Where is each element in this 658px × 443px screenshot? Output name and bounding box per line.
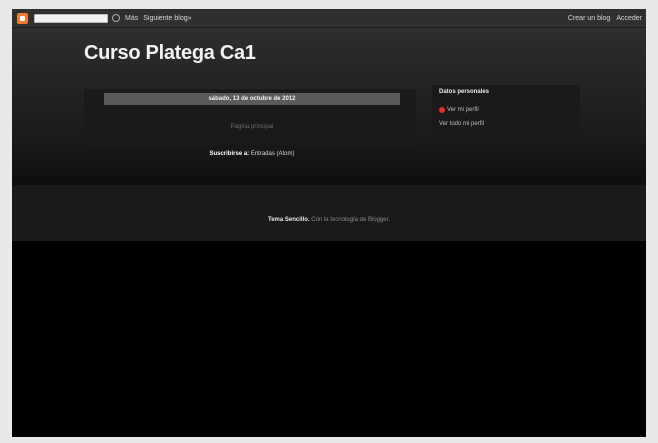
browser-frame: Más Siguiente blog» Crear un blog Accede… bbox=[12, 9, 646, 437]
navbar-link-next-blog[interactable]: Siguiente blog» bbox=[143, 15, 191, 22]
home-page-link[interactable]: Página principal bbox=[104, 124, 400, 130]
subscribe-line: Suscribirse a: Entradas (Atom) bbox=[104, 151, 400, 157]
profile-icon bbox=[439, 107, 445, 113]
profile-link[interactable]: Ver todo mi perfil bbox=[439, 121, 484, 127]
subscribe-feed-link[interactable]: Entradas (Atom) bbox=[251, 151, 295, 157]
blog-title[interactable]: Curso Platega Ca1 bbox=[84, 42, 256, 65]
profile-name-row[interactable]: Ver mi perfil bbox=[439, 107, 479, 113]
attribution-theme: Tema Sencillo. bbox=[268, 217, 310, 223]
profile-name[interactable]: Ver mi perfil bbox=[447, 107, 479, 113]
blogger-logo-icon[interactable] bbox=[17, 12, 28, 24]
attribution-powered-by[interactable]: Con la tecnología de Blogger. bbox=[311, 217, 390, 223]
date-header: sábado, 13 de octubre de 2012 bbox=[104, 93, 400, 105]
attribution: Tema Sencillo. Con la tecnología de Blog… bbox=[12, 217, 646, 223]
navbar-right: Crear un blog Acceder bbox=[562, 9, 642, 27]
navbar-link-create-blog[interactable]: Crear un blog bbox=[568, 15, 610, 22]
navbar-link-more[interactable]: Más bbox=[125, 15, 138, 22]
blogger-navbar: Más Siguiente blog» Crear un blog Accede… bbox=[12, 9, 646, 28]
footer-band bbox=[12, 185, 646, 241]
navbar-search-input[interactable] bbox=[34, 13, 108, 23]
search-icon[interactable] bbox=[112, 14, 120, 22]
navbar-link-sign-in[interactable]: Acceder bbox=[616, 15, 642, 22]
sidebar-title: Datos personales bbox=[439, 89, 490, 95]
subscribe-label: Suscribirse a: bbox=[209, 151, 250, 157]
